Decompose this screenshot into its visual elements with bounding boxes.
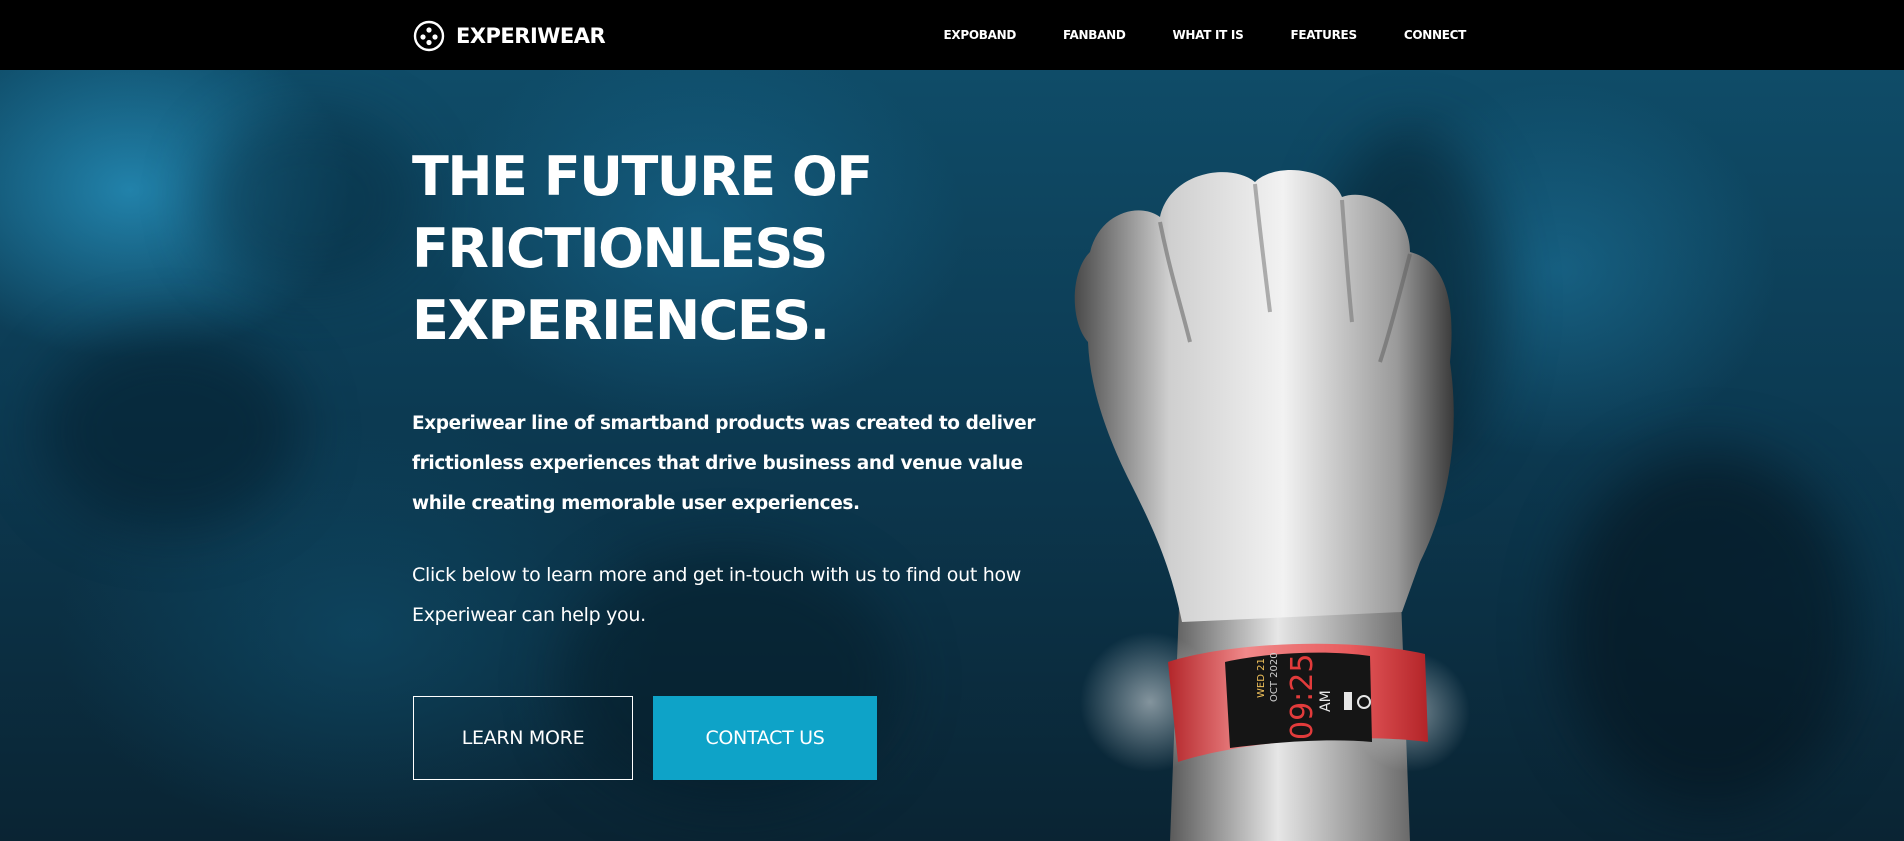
hero-cta-text: Click below to learn more and get in-tou… bbox=[412, 564, 1022, 626]
background-blur-shape bbox=[40, 330, 300, 530]
brand-name: EXPERIWEAR bbox=[456, 24, 606, 48]
band-day-text: WED 21 bbox=[1256, 658, 1267, 698]
fist-smartband-image: WED 21 OCT 2020 09:25 AM bbox=[1030, 142, 1510, 841]
nav-item-connect[interactable]: CONNECT bbox=[1404, 28, 1466, 42]
headline-line: EXPERIENCES. bbox=[412, 289, 830, 352]
hero-headline: THE FUTURE OF FRICTIONLESS EXPERIENCES. bbox=[412, 141, 972, 357]
nav-item-expoband[interactable]: EXPOBAND bbox=[944, 28, 1017, 42]
background-blur-shape bbox=[1560, 450, 1860, 810]
headline-line: FRICTIONLESS bbox=[412, 217, 828, 280]
hero-intro-text: Experiwear line of smartband products wa… bbox=[412, 413, 1036, 514]
band-date-text: OCT 2020 bbox=[1269, 652, 1280, 702]
main-nav: EXPOBAND FANBAND WHAT IT IS FEATURES CON… bbox=[944, 0, 1467, 70]
dots-circle-icon bbox=[413, 20, 445, 52]
brand-logo-link[interactable]: EXPERIWEAR bbox=[413, 20, 606, 52]
band-ampm-text: AM bbox=[1318, 690, 1334, 712]
learn-more-button[interactable]: LEARN MORE bbox=[413, 696, 633, 780]
headline-line: THE FUTURE OF bbox=[412, 145, 873, 208]
contact-us-button[interactable]: CONTACT US bbox=[653, 696, 877, 780]
top-navigation-bar: EXPERIWEAR EXPOBAND FANBAND WHAT IT IS F… bbox=[0, 0, 1904, 70]
background-blur-shape bbox=[200, 110, 420, 290]
fist-illustration: WED 21 OCT 2020 09:25 AM bbox=[1074, 170, 1470, 841]
hero-section: WED 21 OCT 2020 09:25 AM THE FUTURE OF F… bbox=[0, 70, 1904, 841]
nav-item-features[interactable]: FEATURES bbox=[1290, 28, 1357, 42]
band-time-text: 09:25 bbox=[1285, 654, 1320, 740]
nav-item-fanband[interactable]: FANBAND bbox=[1063, 28, 1126, 42]
band-battery-icon bbox=[1344, 692, 1352, 710]
nav-item-what-it-is[interactable]: WHAT IT IS bbox=[1173, 28, 1244, 42]
